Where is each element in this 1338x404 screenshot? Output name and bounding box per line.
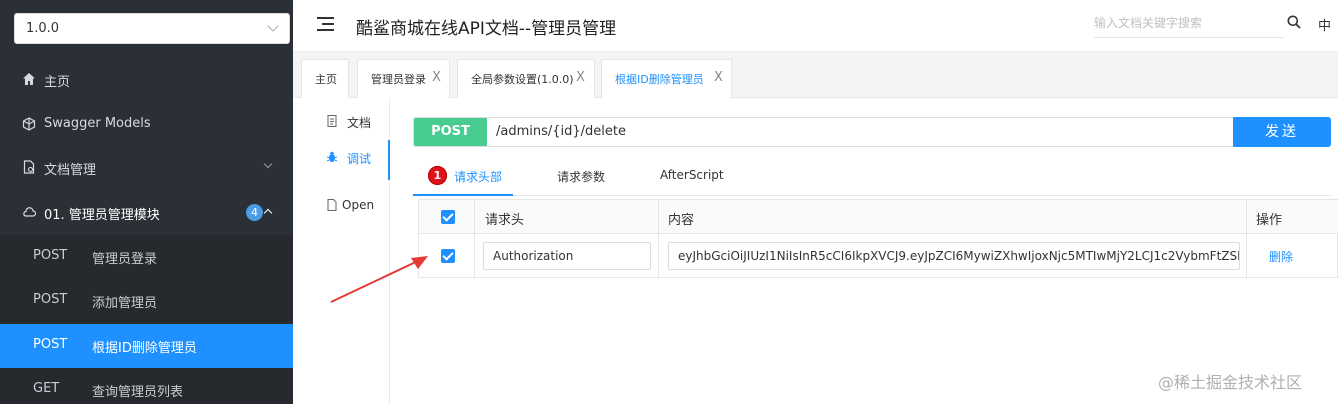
- sidebar-subitem-label: 查询管理员列表: [92, 385, 184, 400]
- tab-delete-admin[interactable]: 根据ID删除管理员 X: [601, 59, 732, 99]
- subtab-params[interactable]: 请求参数: [557, 168, 605, 185]
- method-badge: POST: [414, 118, 487, 146]
- column-header: 操作: [1256, 213, 1283, 228]
- side-nav-label: Open: [342, 198, 375, 212]
- request-subtabs: 1 请求头部 请求参数 AfterScript: [413, 158, 1331, 196]
- version-select[interactable]: 1.0.0: [14, 13, 290, 44]
- side-nav-doc[interactable]: 文档: [293, 104, 390, 144]
- method-label: POST: [33, 292, 68, 307]
- page-title: 酷鲨商城在线API文档--管理员管理: [356, 19, 617, 39]
- tab-admin-login[interactable]: 管理员登录 X: [357, 59, 450, 98]
- side-nav-open[interactable]: Open: [293, 188, 390, 228]
- close-icon[interactable]: X: [576, 70, 585, 85]
- sidebar-item-label: 文档管理: [44, 163, 97, 178]
- tab-home[interactable]: 主页: [301, 59, 349, 98]
- column-header: 请求头: [485, 213, 525, 228]
- tab-label: 管理员登录: [371, 73, 426, 86]
- sidebar-item-admin-module[interactable]: 01. 管理员管理模块 4: [0, 191, 293, 235]
- sidebar-item-label: Swagger Models: [44, 116, 151, 131]
- doc-icon: [327, 115, 337, 127]
- menu-toggle-icon[interactable]: [317, 17, 334, 31]
- column-header: 内容: [668, 213, 695, 228]
- method-label: GET: [33, 381, 60, 396]
- headers-table: 请求头 内容 操作 Authorization eyJhbGciOiJIUzI1…: [418, 199, 1338, 279]
- chevron-down-icon: [267, 20, 279, 32]
- select-all-checkbox[interactable]: [441, 210, 455, 224]
- side-nav-debug[interactable]: 调试: [293, 140, 390, 180]
- document-icon: [22, 160, 36, 174]
- header-value-input[interactable]: eyJhbGciOiJIUzI1NiIsInR5cCI6IkpXVCJ9.eyJ…: [668, 242, 1240, 270]
- sidebar-item-doc-management[interactable]: 文档管理: [0, 146, 293, 190]
- side-nav-label: 调试: [347, 152, 372, 166]
- sidebar-subitem-label: 根据ID删除管理员: [92, 341, 197, 356]
- close-icon[interactable]: X: [432, 70, 441, 85]
- side-nav-label: 文档: [347, 116, 372, 130]
- tab-label: 全局参数设置(1.0.0): [471, 73, 574, 86]
- method-label: POST: [33, 337, 68, 352]
- version-select-value: 1.0.0: [26, 21, 60, 36]
- search-input[interactable]: [1094, 12, 1279, 34]
- active-tab-indicator: [413, 194, 513, 196]
- home-icon: [22, 72, 36, 86]
- send-button[interactable]: 发送: [1233, 117, 1331, 147]
- sidebar-subitem-add-admin[interactable]: POST 添加管理员: [0, 279, 293, 323]
- subtab-afterscript[interactable]: AfterScript: [660, 168, 724, 182]
- tab-label: 主页: [315, 73, 337, 86]
- table-header: 请求头 内容 操作: [419, 200, 1338, 234]
- sidebar-item-label: 01. 管理员管理模块: [44, 208, 160, 223]
- row-checkbox[interactable]: [441, 249, 455, 263]
- close-icon[interactable]: X: [714, 70, 723, 85]
- sidebar-item-label: 主页: [44, 75, 71, 90]
- sidebar: 1.0.0 主页 Swagger Models 文档管理 01. 管理员管理模块…: [0, 0, 293, 404]
- request-bar: POST /admins/{id}/delete 发送: [413, 117, 1331, 147]
- request-url[interactable]: /admins/{id}/delete: [496, 124, 626, 139]
- tab-global-params[interactable]: 全局参数设置(1.0.0) X: [457, 59, 595, 98]
- file-icon: [327, 199, 337, 211]
- top-header: 酷鲨商城在线API文档--管理员管理 中: [293, 0, 1338, 52]
- sidebar-subitem-list-admin[interactable]: GET 查询管理员列表: [0, 368, 293, 404]
- sidebar-item-home[interactable]: 主页: [0, 58, 293, 102]
- chevron-down-icon: [263, 159, 273, 169]
- search-icon[interactable]: [1287, 15, 1301, 29]
- annotation-arrow-icon: [330, 256, 428, 303]
- sidebar-subitem-delete-admin[interactable]: POST 根据ID删除管理员: [0, 324, 293, 368]
- language-switch[interactable]: 中: [1318, 15, 1331, 34]
- bug-icon: [327, 151, 337, 162]
- sidebar-subitem-admin-login[interactable]: POST 管理员登录: [0, 235, 293, 279]
- sidebar-subitem-label: 管理员登录: [92, 252, 158, 267]
- tab-bar: 主页 管理员登录 X 全局参数设置(1.0.0) X 根据ID删除管理员 X: [293, 52, 1338, 99]
- chevron-up-icon: [263, 208, 273, 218]
- search-box: [1094, 12, 1284, 38]
- subtab-headers[interactable]: 请求头部: [454, 168, 502, 185]
- cloud-icon: [22, 205, 37, 219]
- sidebar-subitem-label: 添加管理员: [92, 296, 158, 311]
- watermark: @稀土掘金技术社区: [1158, 373, 1303, 392]
- sidebar-item-swagger-models[interactable]: Swagger Models: [0, 103, 293, 147]
- cube-icon: [22, 117, 36, 131]
- method-label: POST: [33, 248, 68, 263]
- annotation-marker: 1: [428, 166, 447, 185]
- count-badge: 4: [246, 204, 263, 221]
- header-name-input[interactable]: Authorization: [483, 242, 651, 270]
- delete-link[interactable]: 删除: [1269, 248, 1293, 265]
- tab-label: 根据ID删除管理员: [615, 73, 704, 86]
